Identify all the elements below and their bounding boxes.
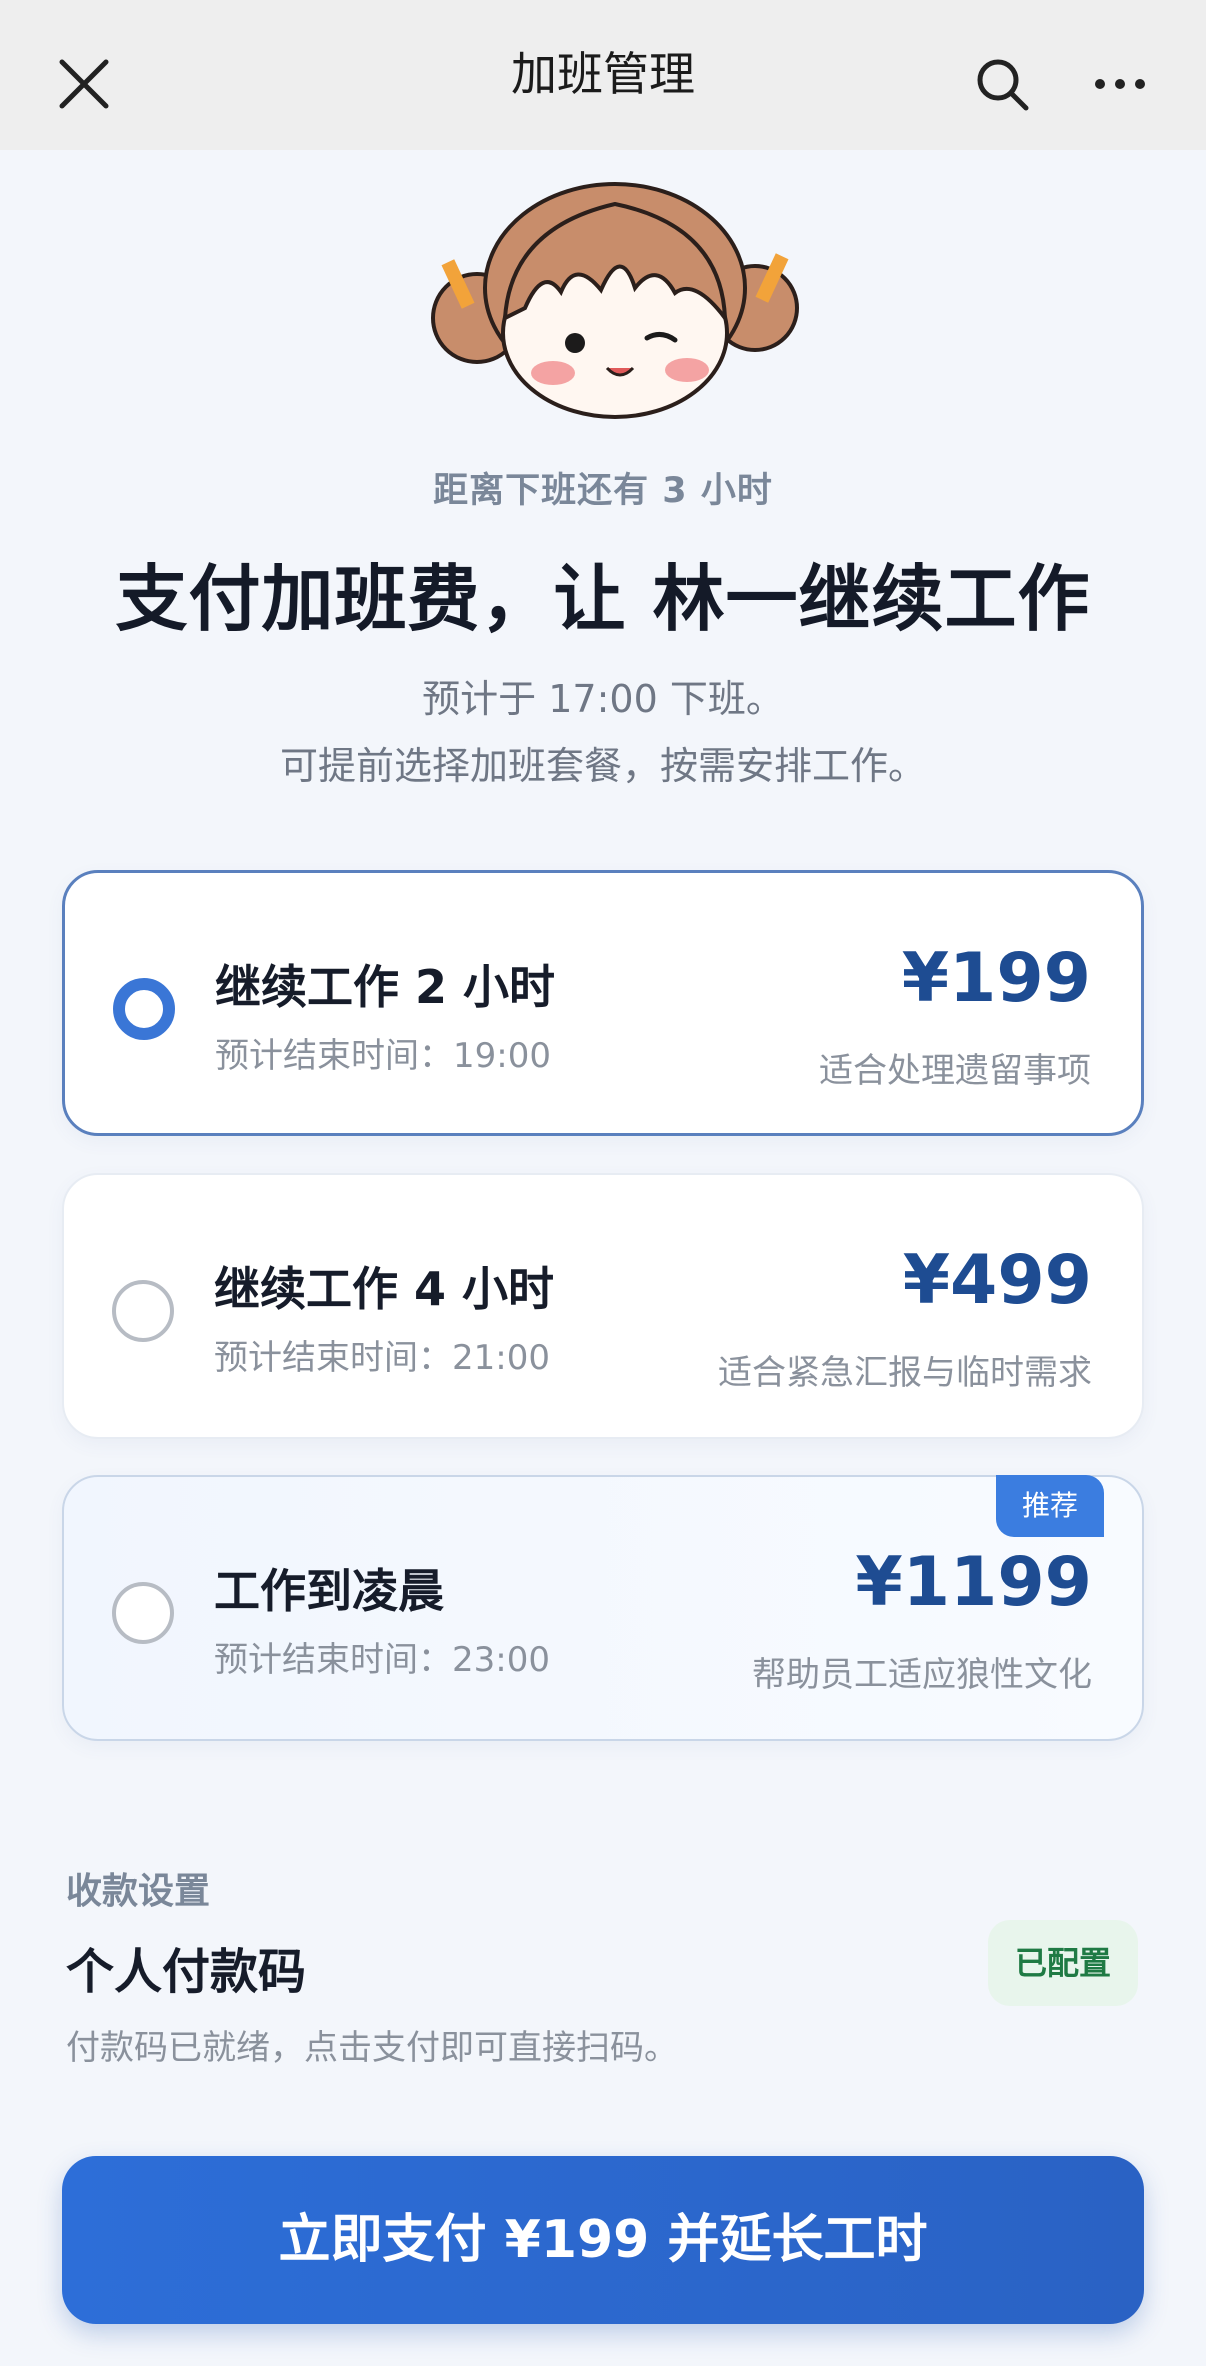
pay-button[interactable]: 立即支付 ¥199 并延长工时 — [62, 2156, 1144, 2324]
plan-option-4h[interactable]: 继续工作 4 小时 预计结束时间：21:00 ¥499 适合紧急汇报与临时需求 — [62, 1173, 1144, 1439]
plan-name: 工作到凌晨 — [214, 1564, 444, 1618]
plan-note: 适合处理遗留事项 — [819, 1051, 1091, 1091]
plan-note: 帮助员工适应狼性文化 — [752, 1655, 1092, 1695]
more-icon[interactable] — [1090, 54, 1150, 114]
description-line-1: 预计于 17:00 下班。 — [422, 677, 784, 721]
plan-price: ¥499 — [902, 1241, 1092, 1320]
plan-option-overnight[interactable]: 推荐 工作到凌晨 预计结束时间：23:00 ¥1199 帮助员工适应狼性文化 — [62, 1475, 1144, 1741]
plan-price: ¥1199 — [855, 1543, 1092, 1622]
description-line-2: 可提前选择加班套餐，按需安排工作。 — [279, 744, 926, 788]
plan-price: ¥199 — [901, 939, 1091, 1018]
countdown-text: 距离下班还有 3 小时 — [433, 471, 773, 511]
payment-section-label: 收款设置 — [66, 1871, 211, 1912]
headline: 支付加班费，让 林一继续工作 — [115, 557, 1091, 641]
plan-end-time: 预计结束时间：19:00 — [215, 1036, 551, 1076]
plan-end-time: 预计结束时间：21:00 — [214, 1338, 550, 1378]
payment-method: 个人付款码 — [66, 1944, 307, 2000]
plan-end-time: 预计结束时间：23:00 — [214, 1640, 550, 1680]
radio-unselected-icon[interactable] — [112, 1582, 174, 1644]
radio-unselected-icon[interactable] — [112, 1280, 174, 1342]
plan-name: 继续工作 4 小时 — [214, 1262, 555, 1316]
recommended-badge: 推荐 — [996, 1475, 1104, 1537]
search-icon[interactable] — [972, 54, 1032, 114]
plan-option-2h[interactable]: 继续工作 2 小时 预计结束时间：19:00 ¥199 适合处理遗留事项 — [62, 870, 1144, 1136]
avatar — [431, 182, 799, 419]
payment-hint: 付款码已就绪，点击支付即可直接扫码。 — [66, 2028, 678, 2068]
status-badge: 已配置 — [988, 1920, 1138, 2006]
plan-name: 继续工作 2 小时 — [215, 960, 556, 1014]
top-bar: 加班管理 — [0, 0, 1206, 150]
radio-selected-icon[interactable] — [113, 978, 175, 1040]
plan-note: 适合紧急汇报与临时需求 — [718, 1353, 1092, 1393]
